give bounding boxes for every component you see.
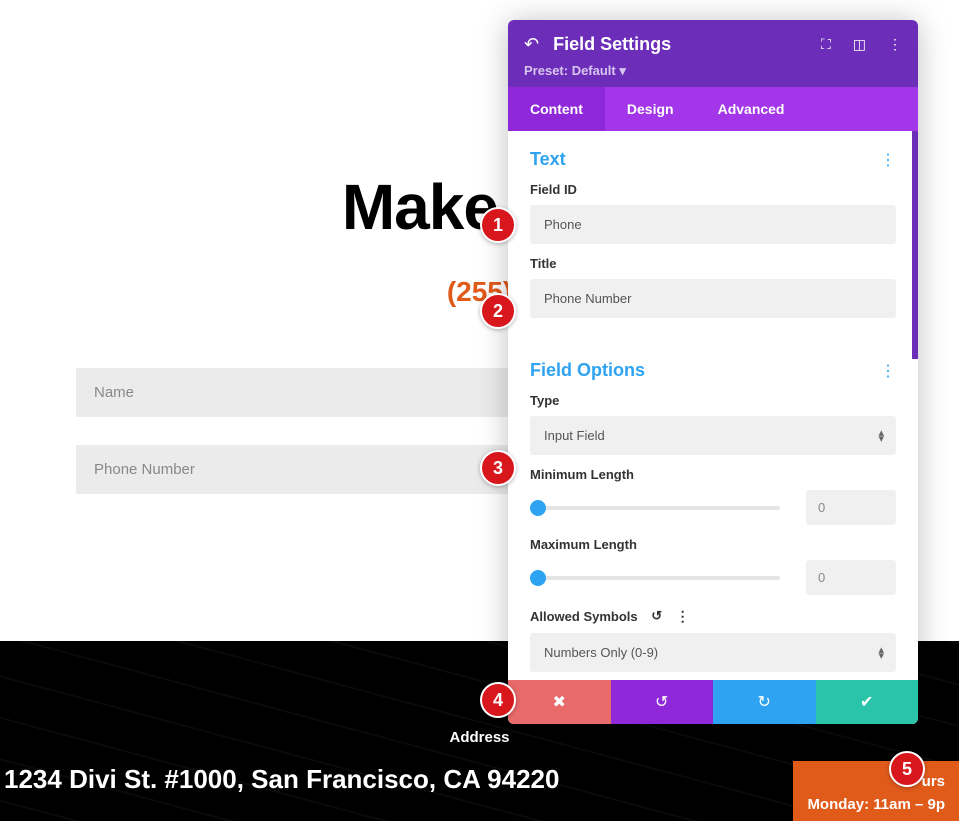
section-field-options-heading[interactable]: Field Options xyxy=(530,360,645,381)
redo-button[interactable]: ↻ xyxy=(713,680,816,724)
tab-advanced[interactable]: Advanced xyxy=(696,87,807,131)
tab-content[interactable]: Content xyxy=(508,87,605,131)
section-text-heading[interactable]: Text xyxy=(530,149,566,170)
preset-selector[interactable]: Preset: Default ▾ xyxy=(524,63,902,79)
undo-button[interactable]: ↺ xyxy=(611,680,714,724)
hours-badge: urs Monday: 11am – 9p xyxy=(793,761,959,821)
field-id-input[interactable]: Phone xyxy=(530,205,896,244)
close-icon: ✖ xyxy=(553,692,566,712)
allowed-symbols-label: Allowed Symbols xyxy=(530,609,638,624)
title-label: Title xyxy=(530,256,896,271)
undo-icon: ↺ xyxy=(655,692,668,712)
save-button[interactable]: ✔ xyxy=(816,680,919,724)
menu-icon[interactable]: ⋮ xyxy=(888,36,902,53)
redo-icon: ↻ xyxy=(758,692,771,712)
check-icon: ✔ xyxy=(860,692,873,712)
expand-icon[interactable]: ⛶ xyxy=(821,36,831,53)
marker-4: 4 xyxy=(480,682,516,718)
footer-address-label: Address xyxy=(0,729,959,746)
marker-5: 5 xyxy=(889,751,925,787)
snap-icon[interactable]: ◫ xyxy=(853,36,866,53)
min-length-label: Minimum Length xyxy=(530,467,896,482)
section-field-options-menu-icon[interactable]: ⋮ xyxy=(880,361,896,381)
slider-thumb-icon[interactable] xyxy=(530,500,546,516)
reset-icon[interactable]: ↺ xyxy=(648,607,666,625)
field-id-label: Field ID xyxy=(530,182,896,197)
select-arrows-icon: ▴▾ xyxy=(878,430,884,442)
type-label: Type xyxy=(530,393,896,408)
field-settings-panel: ↶ Field Settings ⛶ ◫ ⋮ Preset: Default ▾… xyxy=(508,20,918,724)
cancel-button[interactable]: ✖ xyxy=(508,680,611,724)
min-length-value[interactable]: 0 xyxy=(806,490,896,525)
max-length-value[interactable]: 0 xyxy=(806,560,896,595)
select-arrows-icon: ▴▾ xyxy=(878,647,884,659)
allowed-symbols-select[interactable]: Numbers Only (0-9) ▴▾ xyxy=(530,633,896,672)
max-length-label: Maximum Length xyxy=(530,537,896,552)
title-input[interactable]: Phone Number xyxy=(530,279,896,318)
panel-title: Field Settings xyxy=(553,34,807,55)
section-text-menu-icon[interactable]: ⋮ xyxy=(880,150,896,170)
marker-3: 3 xyxy=(480,450,516,486)
type-select[interactable]: Input Field ▴▾ xyxy=(530,416,896,455)
allowed-symbols-menu-icon[interactable]: ⋮ xyxy=(676,608,690,625)
back-icon[interactable]: ↶ xyxy=(524,34,539,55)
marker-1: 1 xyxy=(480,207,516,243)
min-length-slider[interactable] xyxy=(530,506,780,510)
tab-design[interactable]: Design xyxy=(605,87,696,131)
scrollbar[interactable] xyxy=(912,131,918,359)
max-length-slider[interactable] xyxy=(530,576,780,580)
marker-2: 2 xyxy=(480,293,516,329)
slider-thumb-icon[interactable] xyxy=(530,570,546,586)
